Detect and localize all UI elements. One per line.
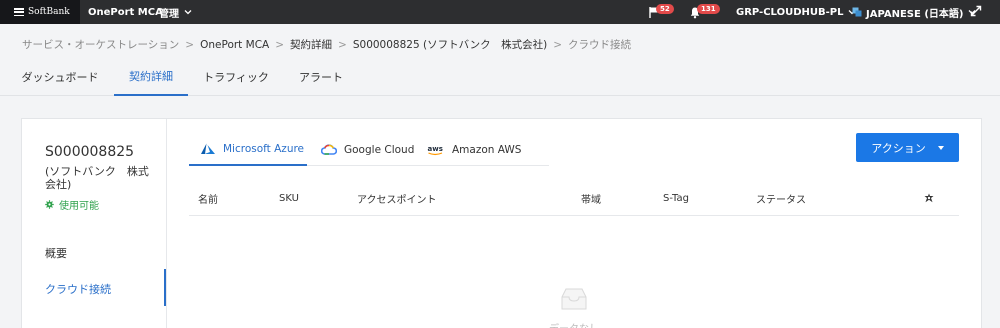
action-button-label: アクション [871,141,926,155]
column-settings-button[interactable] [924,180,934,216]
sidebar-item-cloud-connection[interactable]: クラウド接続 [45,281,111,297]
caret-down-icon [937,145,944,150]
bell-notifications-button[interactable]: 131 [689,4,720,20]
settings-icon [924,193,934,203]
breadcrumb-item[interactable]: サービス・オーケストレーション [22,39,179,51]
contract-id: S000008825 [45,144,135,160]
tab-label: Microsoft Azure [223,143,305,155]
table-header: 名前 SKU アクセスポイント 帯域 S-Tag ステータス [189,180,959,216]
breadcrumb: サービス・オーケストレーション > OnePort MCA > 契約詳細 > S000008… [22,37,631,52]
tab-amazon-aws[interactable]: aws Amazon AWS [427,134,522,166]
sidebar-active-indicator [164,269,166,306]
tab-label: Amazon AWS [452,144,522,156]
bell-count-badge: 131 [697,4,720,14]
empty-inbox-icon [561,288,587,310]
language-icon [852,7,862,17]
tab-alerts[interactable]: アラート [290,58,352,96]
page-tabs: ダッシュボード 契約詳細 トラフィック アラート [0,58,1000,96]
breadcrumb-current: クラウド接続 [568,39,632,51]
manage-menu-label: 管理 [159,8,179,20]
column-header-status[interactable]: ステータス [756,180,806,216]
contract-sidebar: S000008825 (ソフトバンク 株式会社) 使用可能 概要 クラウド接続 [22,119,167,328]
column-header-sku[interactable]: SKU [279,180,299,216]
org-label: GRP-CLOUDHUB-PL [736,6,844,18]
breadcrumb-item[interactable]: S000008825 (ソフトバンク 株式会社) [353,39,547,51]
tab-google-cloud[interactable]: Google Cloud [321,134,414,166]
softbank-logo[interactable]: SoftBank [0,0,80,24]
top-navigation-bar: SoftBank OnePort MCA 管理 52 131 GRP-CLOUD… [0,0,1000,24]
sidebar-item-overview[interactable]: 概要 [45,245,67,261]
tab-microsoft-azure[interactable]: Microsoft Azure [189,134,307,166]
chevron-down-icon [184,10,192,15]
flag-count-badge: 52 [656,4,674,14]
cloud-provider-tabs: Microsoft Azure Google Cloud aws Amazon … [189,134,549,166]
status-badge: 使用可能 [45,197,99,212]
logo-mark-icon [14,8,24,16]
expand-icon [970,5,982,17]
flag-notifications-button[interactable]: 52 [648,4,674,20]
aws-icon: aws [428,145,443,156]
manage-menu[interactable]: 管理 [159,0,193,24]
column-header-name[interactable]: 名前 [198,180,218,216]
logo-text: SoftBank [28,7,70,17]
breadcrumb-item[interactable]: OnePort MCA [200,39,269,51]
breadcrumb-separator: > [553,39,563,51]
breadcrumb-separator: > [185,39,195,51]
status-text: 使用可能 [59,201,99,212]
column-header-s-tag[interactable]: S-Tag [663,180,689,216]
tab-contract-details[interactable]: 契約詳細 [114,58,188,96]
gear-icon [45,200,54,209]
google-cloud-icon [321,144,337,155]
language-selector[interactable]: JAPANESE (日本語) [852,0,977,24]
breadcrumb-separator: > [338,39,347,51]
contract-company: (ソフトバンク 株式会社) [45,165,149,191]
contract-card: S000008825 (ソフトバンク 株式会社) 使用可能 概要 クラウド接続 … [21,118,982,328]
breadcrumb-item[interactable]: 契約詳細 [290,39,332,51]
breadcrumb-separator: > [275,39,285,51]
column-header-bandwidth[interactable]: 帯域 [581,180,601,216]
action-button[interactable]: アクション [856,133,959,162]
azure-icon [201,143,215,154]
svg-text:aws: aws [428,145,443,153]
app-name-link[interactable]: OnePort MCA [88,0,163,24]
language-label: JAPANESE (日本語) [866,8,964,20]
org-selector[interactable]: GRP-CLOUDHUB-PL [736,0,857,24]
column-header-access-point[interactable]: アクセスポイント [357,180,437,216]
tab-dashboard[interactable]: ダッシュボード [14,58,106,96]
fullscreen-button[interactable] [970,5,986,19]
empty-state-text: データなし [549,320,599,328]
tab-label: Google Cloud [344,144,415,156]
tab-traffic[interactable]: トラフィック [196,58,276,96]
